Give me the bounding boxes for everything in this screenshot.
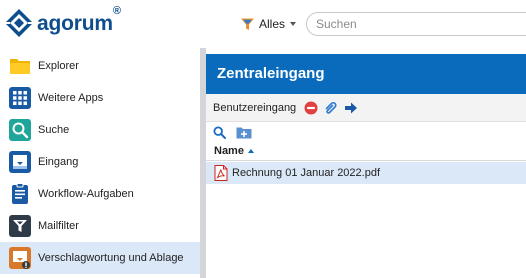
chevron-down-icon bbox=[290, 22, 297, 26]
filter-dropdown[interactable]: Alles bbox=[236, 13, 300, 35]
sidebar-nav: Explorer Weitere Apps Suche Eingang Work… bbox=[0, 48, 200, 278]
sidebar-item-label: Mailfilter bbox=[38, 220, 79, 232]
sidebar-item-workflow-aufgaben[interactable]: Workflow-Aufgaben bbox=[0, 178, 200, 210]
inbox-icon bbox=[9, 151, 31, 173]
tagging-icon bbox=[9, 247, 31, 269]
search-input[interactable] bbox=[306, 12, 526, 36]
panel-title: Zentraleingang bbox=[217, 65, 325, 82]
folder-icon bbox=[10, 59, 30, 74]
search-icon[interactable] bbox=[213, 125, 226, 139]
sort-ascending-icon bbox=[247, 149, 254, 153]
sidebar-item-eingang[interactable]: Eingang bbox=[0, 146, 200, 178]
sidebar-item-verschlagwortung-und-ablage[interactable]: Verschlagwortung und Ablage bbox=[0, 242, 200, 274]
pdf-file-icon bbox=[214, 165, 228, 181]
filter-funnel-icon bbox=[241, 18, 254, 30]
logo-diamond-icon bbox=[5, 9, 33, 37]
agorum-logo[interactable]: agorum® bbox=[4, 4, 121, 38]
panel-header: Zentraleingang bbox=[206, 54, 526, 94]
filter-label: Alles bbox=[259, 17, 286, 31]
sidebar-item-label: Suche bbox=[38, 124, 70, 136]
mailfilter-icon bbox=[9, 215, 31, 237]
list-item[interactable]: Rechnung 01 Januar 2022.pdf bbox=[206, 162, 526, 184]
search-icon bbox=[9, 119, 31, 141]
breadcrumb[interactable]: Benutzereingang bbox=[213, 102, 296, 114]
arrow-right-icon[interactable] bbox=[344, 101, 358, 115]
logo-text: agorum® bbox=[37, 4, 121, 35]
new-folder-icon[interactable] bbox=[236, 126, 252, 139]
stop-icon[interactable] bbox=[304, 101, 318, 115]
attachment-icon[interactable] bbox=[324, 101, 338, 115]
inbox-panel: Zentraleingang Benutzereingang Name Rech… bbox=[206, 48, 526, 278]
file-name: Rechnung 01 Januar 2022.pdf bbox=[232, 167, 381, 179]
sidebar-item-label: Eingang bbox=[38, 156, 79, 168]
column-header-label: Name bbox=[214, 145, 244, 157]
column-header-name[interactable]: Name bbox=[206, 142, 526, 161]
sidebar-item-mailfilter[interactable]: Mailfilter bbox=[0, 210, 200, 242]
apps-grid-icon bbox=[9, 87, 31, 109]
action-bar bbox=[206, 122, 526, 142]
sidebar-item-label: Workflow-Aufgaben bbox=[38, 188, 134, 200]
sidebar-item-label: Weitere Apps bbox=[38, 92, 104, 104]
sidebar-item-suche[interactable]: Suche bbox=[0, 114, 200, 146]
sidebar-item-label: Verschlagwortung und Ablage bbox=[38, 252, 184, 264]
panel-toolbar: Benutzereingang bbox=[206, 94, 526, 122]
sidebar-item-weitere-apps[interactable]: Weitere Apps bbox=[0, 82, 200, 114]
clipboard-icon bbox=[12, 183, 28, 204]
sidebar-item-label: Explorer bbox=[38, 60, 79, 72]
top-bar: agorum® Alles bbox=[0, 0, 526, 46]
sidebar-item-explorer[interactable]: Explorer bbox=[0, 50, 200, 82]
